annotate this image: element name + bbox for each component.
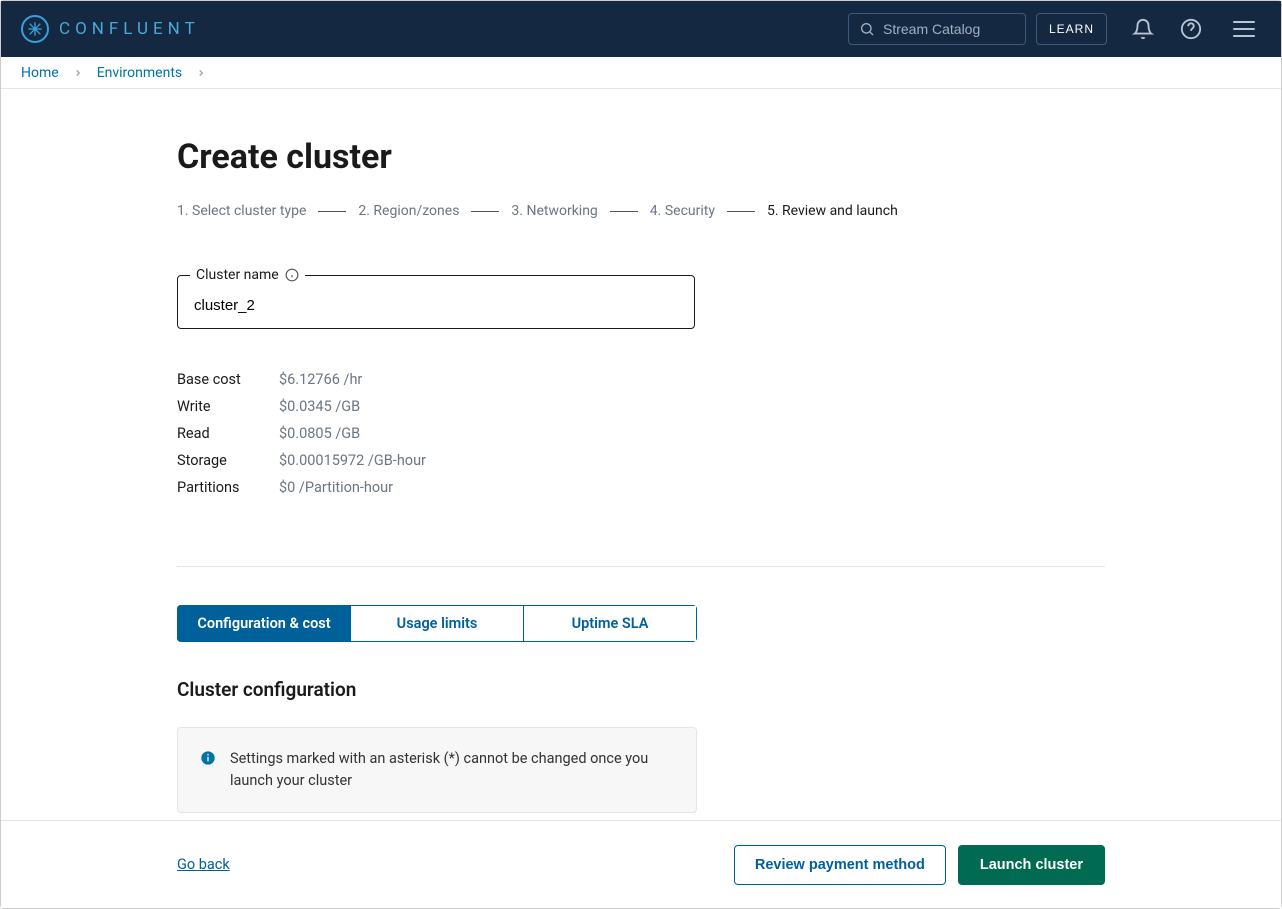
step-divider [471,211,499,212]
step-divider [610,211,638,212]
breadcrumb-link-environments[interactable]: Environments [97,65,182,81]
cluster-name-field: Cluster name [177,267,695,329]
chevron-right-icon [73,68,83,78]
config-tabs: Configuration & cost Usage limits Uptime… [177,605,697,642]
top-nav: CONFLUENT LEARN [1,1,1281,57]
divider [177,566,1105,567]
breadcrumb: Home Environments [1,57,1281,89]
step-5[interactable]: 5. Review and launch [767,203,898,219]
help-icon[interactable] [1179,17,1203,41]
tab-usage-limits[interactable]: Usage limits [351,605,524,642]
brand-name: CONFLUENT [59,19,200,39]
breadcrumb-link-home[interactable]: Home [21,65,59,81]
info-icon [200,750,216,766]
cost-label: Storage [177,452,279,469]
step-divider [318,211,346,212]
review-payment-button[interactable]: Review payment method [734,845,946,885]
tab-uptime-sla[interactable]: Uptime SLA [524,605,697,642]
brand-logo[interactable]: CONFLUENT [21,15,200,43]
cost-label: Base cost [177,371,279,388]
main-content: Create cluster 1. Select cluster type 2.… [1,89,1281,820]
cost-label: Partitions [177,479,279,496]
chevron-right-icon [196,68,206,78]
stepper: 1. Select cluster type 2. Region/zones 3… [177,203,1105,219]
section-heading: Cluster configuration [177,678,1105,701]
info-text: Settings marked with an asterisk (*) can… [230,748,674,792]
cost-value: $0.0345 /GB [279,398,1105,415]
search-icon [859,21,875,37]
search-box[interactable] [848,13,1026,45]
page-title: Create cluster [177,137,1105,177]
learn-button[interactable]: LEARN [1036,13,1107,45]
step-1[interactable]: 1. Select cluster type [177,203,306,219]
footer-bar: Go back Review payment method Launch clu… [1,820,1281,908]
cost-value: $0.0805 /GB [279,425,1105,442]
cost-label: Write [177,398,279,415]
cluster-name-input[interactable] [178,283,694,328]
cost-label: Read [177,425,279,442]
step-divider [727,211,755,212]
step-4[interactable]: 4. Security [650,203,715,219]
cost-summary: Base cost $6.12766 /hr Write $0.0345 /GB… [177,371,1105,496]
cluster-name-label: Cluster name [190,267,305,283]
step-2[interactable]: 2. Region/zones [358,203,459,219]
menu-icon[interactable] [1233,21,1255,37]
cluster-name-label-text: Cluster name [196,267,279,283]
info-icon[interactable] [285,268,299,282]
launch-cluster-button[interactable]: Launch cluster [958,845,1105,885]
info-callout: Settings marked with an asterisk (*) can… [177,727,697,813]
notifications-icon[interactable] [1131,17,1155,41]
tab-configuration-cost[interactable]: Configuration & cost [177,605,351,642]
logo-mark-icon [21,15,49,43]
go-back-link[interactable]: Go back [177,856,230,873]
search-input[interactable] [883,21,1015,37]
step-3[interactable]: 3. Networking [511,203,597,219]
cost-value: $6.12766 /hr [279,371,1105,388]
cost-value: $0.00015972 /GB-hour [279,452,1105,469]
cost-value: $0 /Partition-hour [279,479,1105,496]
